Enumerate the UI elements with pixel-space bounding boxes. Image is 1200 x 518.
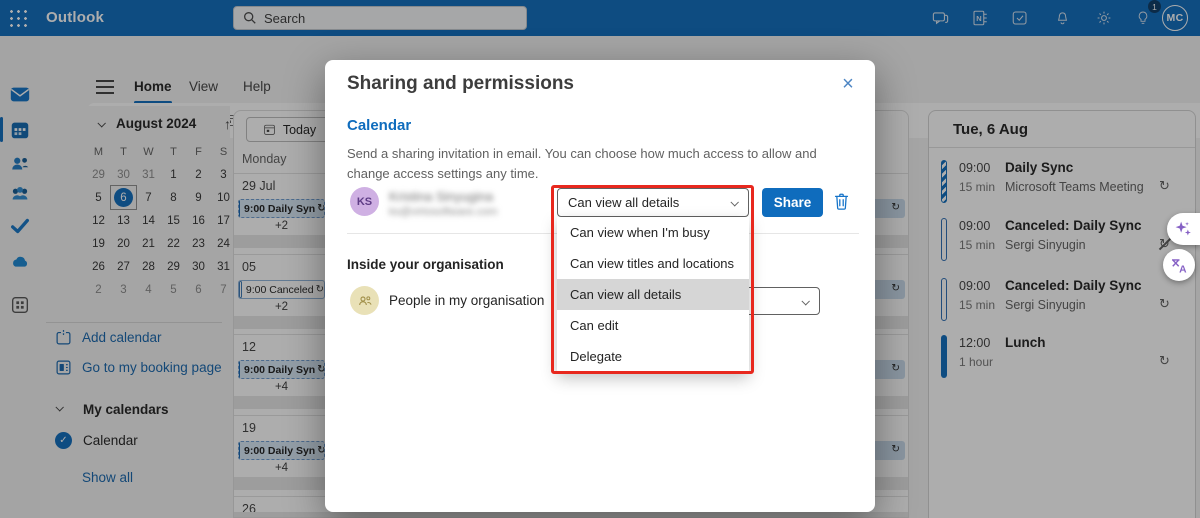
svg-text:A: A <box>1179 264 1187 274</box>
permission-menu-item[interactable]: Can view when I'm busy <box>557 217 749 248</box>
dialog-title: Sharing and permissions <box>347 73 574 94</box>
permission-menu-item[interactable]: Can edit <box>557 310 749 341</box>
translate-icon: A <box>1171 258 1187 275</box>
outlook-app: Outlook Search N 1 MC Home View Help Aug… <box>0 0 1200 518</box>
permission-menu-item[interactable]: Can view titles and locations <box>557 248 749 279</box>
permission-menu: Can view when I'm busy Can view titles an… <box>557 217 749 372</box>
permission-menu-item[interactable]: Delegate <box>557 341 749 372</box>
close-icon[interactable]: × <box>835 71 861 97</box>
user-name-blurred: Kristina Sinyugina <box>389 189 494 204</box>
chevron-down-icon <box>730 198 739 207</box>
permission-dropdown[interactable]: Can view all details <box>557 188 749 217</box>
sharing-permissions-dialog: Sharing and permissions × Calendar Send … <box>325 60 875 512</box>
copilot-sparkle-button[interactable] <box>1167 213 1200 245</box>
org-people-icon <box>358 295 371 305</box>
share-button[interactable]: Share <box>762 188 823 217</box>
permission-menu-item[interactable]: Can view all details <box>557 279 749 310</box>
org-people-avatar <box>350 286 379 315</box>
user-avatar: KS <box>350 187 379 216</box>
translate-button[interactable]: A <box>1163 249 1195 281</box>
dialog-description: Send a sharing invitation in email. You … <box>347 146 817 182</box>
dialog-calendar-heading: Calendar <box>347 117 412 134</box>
permission-dropdown-value: Can view all details <box>568 195 680 210</box>
sparkle-icon <box>1175 221 1191 236</box>
org-people-label: People in my organisation <box>389 293 545 308</box>
inside-org-heading: Inside your organisation <box>347 257 504 272</box>
delete-share-icon[interactable] <box>833 192 851 212</box>
chevron-down-icon <box>801 297 810 306</box>
user-email-blurred: ks@virtosoftware.com <box>389 206 498 218</box>
